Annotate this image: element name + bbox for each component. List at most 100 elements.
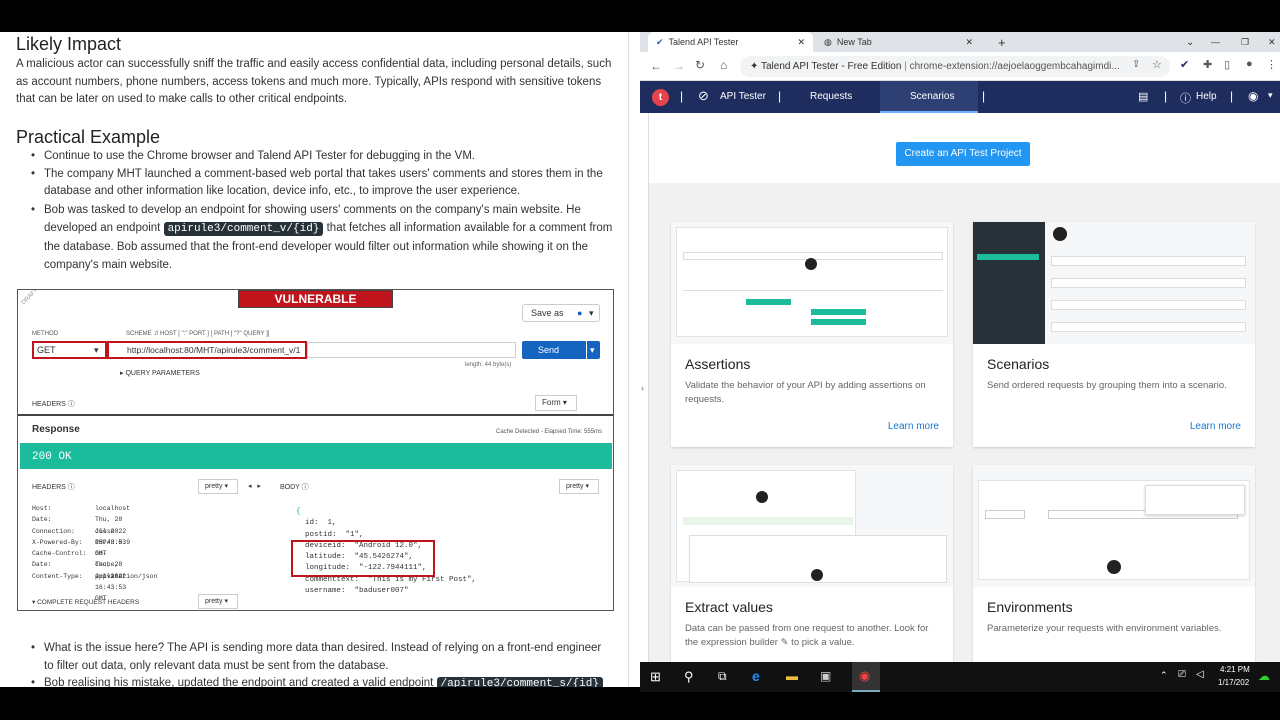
reload-icon[interactable]: ↻ — [695, 58, 705, 72]
talend-ext-icon[interactable]: ✔ — [1180, 58, 1189, 71]
help-label[interactable]: Help — [1196, 91, 1217, 102]
list-item: Continue to use the Chrome browser and T… — [31, 148, 614, 166]
chrome-taskbar-button[interactable]: ◉ — [852, 662, 880, 692]
minimize-icon[interactable]: — — [1203, 32, 1220, 52]
star-icon[interactable]: ☆ — [1152, 58, 1162, 71]
tab-requests[interactable]: Requests — [810, 91, 852, 102]
card-description: Data can be passed from one request to a… — [685, 623, 929, 648]
search-icon[interactable]: ⚲ — [684, 669, 694, 685]
list-item: The company MHT launched a comment-based… — [31, 166, 614, 201]
home-icon[interactable]: ⌂ — [720, 58, 727, 72]
url-input[interactable]: http://localhost:80/MHT/apirule3/comment… — [107, 341, 307, 359]
windows-start-icon[interactable]: ⊞ — [650, 669, 661, 685]
tab-talend[interactable]: ✔ Talend API Tester ✕ — [648, 32, 813, 52]
query-parameters-toggle[interactable]: ▸ QUERY PARAMETERS — [120, 369, 200, 377]
card-description: Validate the behavior of your API by add… — [685, 380, 926, 405]
chat-icon[interactable]: ▤ — [1138, 90, 1148, 103]
back-icon[interactable]: ← — [650, 59, 662, 73]
forward-icon[interactable]: → — [673, 59, 685, 73]
header-row: Date: Thu, 28 Jul 2022 16:43:53 GMT — [32, 559, 126, 602]
body-line: id: 1, — [296, 519, 337, 528]
sidebar-icon[interactable]: ▯ — [1224, 58, 1230, 71]
body-label: BODY ⓘ — [280, 484, 309, 491]
windows-taskbar: ⊞ ⚲ ⧉ e ▬ ▣ ◉ ⌃ ⎚ ◁ 4:21 PM 1/17/202 ☁ — [640, 662, 1280, 692]
close-icon[interactable]: ✕ — [965, 37, 973, 48]
api-tester-label[interactable]: API Tester — [720, 91, 766, 102]
tray-chevron-icon[interactable]: ⌃ — [1160, 670, 1168, 681]
address-input[interactable]: ✦ Talend API Tester - Free Edition | chr… — [740, 56, 1170, 77]
pretty-select[interactable]: pretty ▾ — [198, 479, 238, 494]
save-as-button[interactable]: Save as ● ▾ — [522, 304, 600, 322]
user-icon[interactable]: ◉ — [1248, 89, 1258, 103]
bottom-black — [0, 687, 640, 720]
cloud-icon[interactable]: ☁ — [1258, 669, 1270, 683]
pretty-select-complete[interactable]: pretty ▾ — [198, 594, 238, 609]
network-icon[interactable]: ⎚ — [1178, 669, 1186, 680]
header-row: Date: Thu, 28 Jul 2022 16:43:53 GMT — [32, 514, 126, 557]
body-line: username: "baduser007" — [296, 587, 409, 596]
close-window-icon[interactable]: ✕ — [1260, 32, 1276, 52]
bullet-list: Continue to use the Chrome browser and T… — [31, 148, 614, 274]
highlight-box — [291, 540, 435, 577]
close-icon[interactable]: ✕ — [797, 37, 805, 48]
menu-icon[interactable]: ⋮ — [1266, 58, 1277, 71]
chrome-icon: ◉ — [859, 668, 871, 683]
talend-logo: t — [652, 89, 669, 106]
response-title: Response — [32, 424, 80, 435]
header-key: Date: — [32, 561, 52, 569]
send-button[interactable]: Send ▾ — [522, 341, 600, 359]
method-select[interactable]: GET ▾ — [32, 341, 107, 359]
header-row: X-Powered-By: PHP/8.0.9 — [32, 537, 130, 548]
separator: | — [1230, 89, 1234, 103]
tab-scenarios[interactable]: Scenarios — [880, 81, 978, 113]
chevron-down-icon[interactable]: ▾ — [1268, 90, 1273, 101]
separator: | — [680, 89, 684, 103]
learn-more-link[interactable]: Learn more — [1190, 421, 1241, 432]
scenarios-preview — [973, 222, 1255, 344]
heading-practical-example: Practical Example — [16, 127, 161, 147]
complete-headers-toggle[interactable]: ▾ COMPLETE REQUEST HEADERS — [32, 598, 139, 606]
check-circle-icon: ⊘ — [698, 88, 709, 103]
terminal-icon[interactable]: ▣ — [820, 669, 831, 683]
app-header: t | ⊘ API Tester | Requests Scenarios | … — [640, 81, 1280, 113]
clock-date[interactable]: 1/17/202 — [1218, 678, 1249, 687]
header-key: Host: — [32, 505, 52, 512]
scenarios-content: Create an API Test Project Assertions Va… — [649, 113, 1280, 662]
card-environments: Environments Parameterize your requests … — [973, 465, 1255, 662]
help-icon[interactable]: ⓘ — [1180, 90, 1191, 106]
tab-new[interactable]: ◍ New Tab ✕ — [816, 32, 981, 52]
header-value: localhost — [95, 505, 131, 512]
extension-icon: ✦ — [750, 61, 761, 72]
header-key: Content-Type: — [32, 572, 83, 580]
ie-icon[interactable]: e — [752, 668, 760, 684]
endpoint-code: /apirule3/comment_s/{id} — [436, 677, 603, 687]
header-row: Content-Type: application/json — [32, 571, 157, 582]
create-project-button[interactable]: Create an API Test Project — [896, 142, 1030, 166]
extract-preview — [671, 465, 953, 587]
header-row: Host: localhost — [32, 503, 130, 514]
list-item: Bob realising his mistake, updated the e… — [31, 675, 614, 687]
new-tab-button[interactable]: + — [990, 32, 1006, 52]
profile-icon[interactable]: ● — [1246, 58, 1253, 70]
chevron-down-icon[interactable]: ⌄ — [1178, 32, 1194, 52]
pretty-select-body[interactable]: pretty ▾ — [559, 479, 599, 494]
learn-more-link[interactable]: Learn more — [888, 421, 939, 432]
headers-label: HEADERS ⓘ — [32, 401, 75, 408]
status-banner: 200 OK — [20, 443, 612, 469]
side-collapse[interactable]: › — [640, 113, 649, 662]
draft-label: DRAFT — [20, 289, 40, 307]
task-view-icon[interactable]: ⧉ — [718, 669, 727, 684]
maximize-icon[interactable]: ❐ — [1233, 32, 1249, 52]
share-icon[interactable]: ⇪ — [1132, 59, 1140, 70]
form-select[interactable]: Form ▾ — [535, 395, 577, 411]
assertions-preview — [671, 222, 953, 344]
impact-paragraph: A malicious actor can successfully sniff… — [16, 58, 612, 105]
puzzle-icon[interactable]: ✚ — [1203, 58, 1212, 71]
header-key: Connection: — [32, 527, 75, 535]
card-description: Parameterize your requests with environm… — [987, 623, 1222, 634]
volume-icon[interactable]: ◁ — [1196, 669, 1204, 680]
folder-icon[interactable]: ▬ — [786, 669, 798, 683]
card-scenarios: Scenarios Send ordered requests by group… — [973, 222, 1255, 447]
clock-time[interactable]: 4:21 PM — [1220, 665, 1250, 674]
collapse-arrows[interactable]: ◂ ▸ — [248, 482, 261, 490]
